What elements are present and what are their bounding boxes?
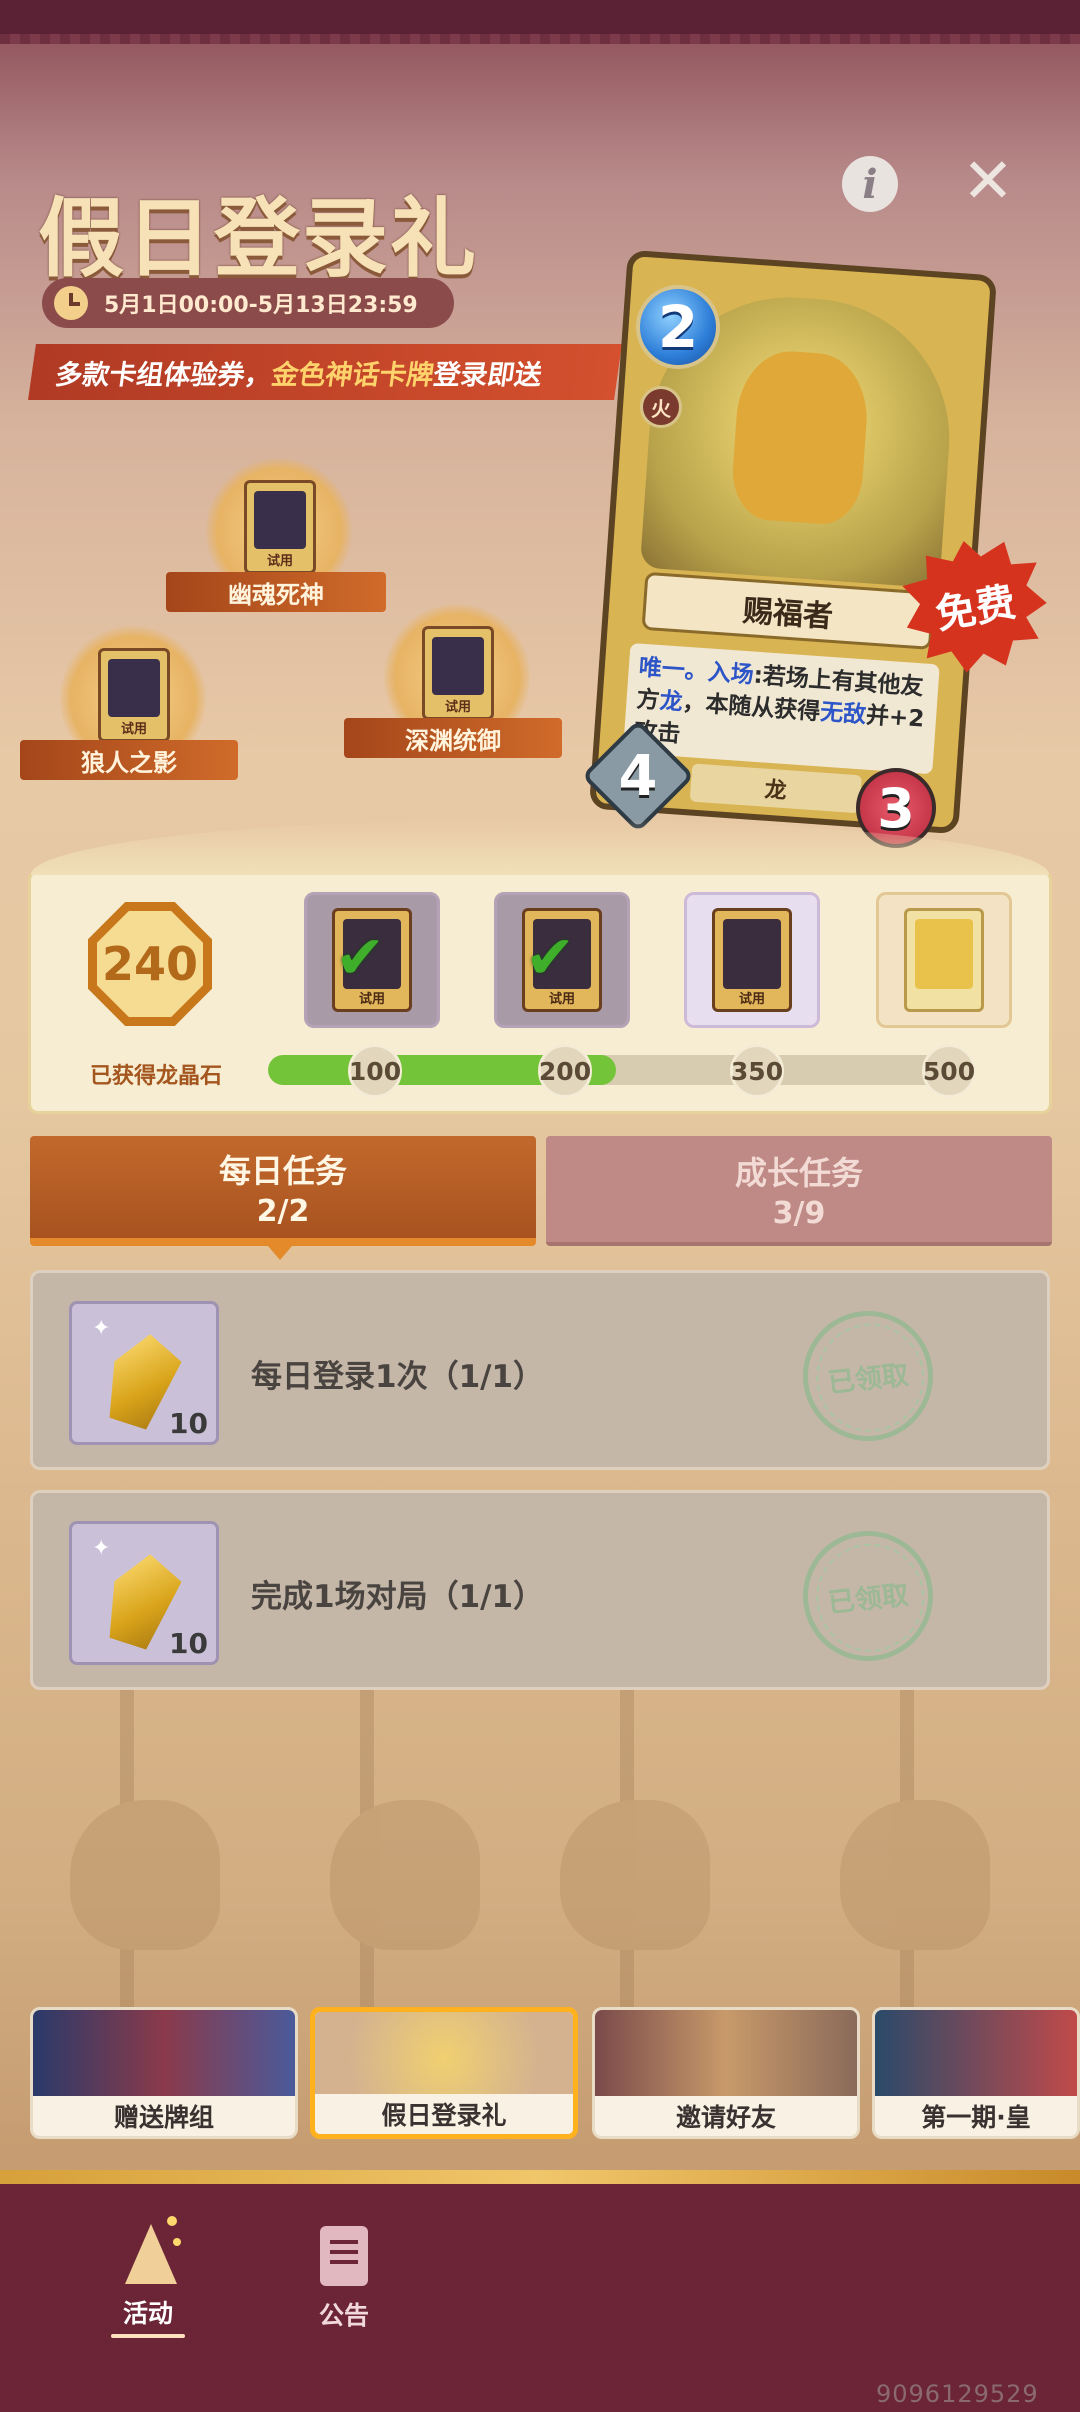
document-icon [320,2226,368,2286]
deck-label: 深渊统御 [344,718,562,758]
deck-label: 幽魂死神 [166,572,386,612]
watermark: 9096129529 [876,2380,1039,2408]
event-tab-invite-friends[interactable]: 邀请好友 [592,2007,860,2139]
sparkle-icon: ✦ [92,1316,111,1341]
tab-label: 每日任务 [218,1151,347,1190]
deck-label: 狼人之影 [20,740,238,780]
task-row: ✦ 10 每日登录1次（1/1） 已领取 [30,1270,1050,1470]
claimed-stamp: 已领取 [796,1524,940,1668]
milestone-marker: 500 [922,1044,976,1098]
gold-divider [0,2170,1080,2184]
tab-growth-tasks[interactable]: 成长任务 3/9 [546,1136,1052,1246]
trial-tag: 试用 [120,722,147,737]
event-caption: 第一期·皇 [875,2096,1077,2136]
nav-item-announcements[interactable]: 公告 [284,2226,404,2332]
promo-suffix: 登录即送 [431,359,544,391]
milestone-reward-200[interactable]: 试用 ✔ [494,892,630,1028]
event-caption: 假日登录礼 [315,2094,573,2134]
trial-tag: 试用 [444,700,471,715]
milestone-reward-350[interactable]: 试用 [684,892,820,1028]
event-tab-gift-deck[interactable]: 赠送牌组 [30,2007,298,2139]
promo-ribbon: 多款卡组体验券， 金色神话卡牌 登录即送 [28,344,622,400]
top-awning [0,0,1080,44]
task-row: ✦ 10 完成1场对局（1/1） 已领取 [30,1490,1050,1690]
reward-quantity: 10 [169,1627,208,1660]
info-icon: i [862,160,878,208]
task-name: 每日登录1次（1/1） [251,1359,545,1395]
checkmark-icon: ✔ [335,923,386,993]
dragon-illustration [729,347,872,527]
task-name: 完成1场对局（1/1） [251,1579,545,1615]
event-caption: 邀请好友 [595,2096,857,2136]
event-tab-season-one[interactable]: 第一期·皇 [872,2007,1080,2139]
nav-label: 活动 [122,2299,173,2328]
event-caption: 赠送牌组 [33,2096,295,2136]
party-popper-icon [117,2216,181,2284]
mana-cost-gem: 2 [636,285,720,369]
milestone-marker: 200 [538,1044,592,1098]
element-badge: 火 [640,386,682,428]
date-range-text: 5月1日00:00-5月13日23:59 [104,293,418,318]
close-icon: ✕ [962,143,1014,217]
reward-icon-box: ✦ 10 [69,1521,219,1665]
tab-pointer-icon [268,1246,292,1260]
milestone-reward-500[interactable] [876,892,1012,1028]
tab-count: 2/2 [256,1193,310,1229]
milestone-marker: 350 [730,1044,784,1098]
trial-tag: 试用 [266,554,293,569]
milestone-marker: 100 [348,1044,402,1098]
score-value: 240 [97,911,203,1017]
reward-quantity: 10 [169,1407,208,1440]
reward-icon-box: ✦ 10 [69,1301,219,1445]
close-button[interactable]: ✕ [958,144,1018,217]
promo-prefix: 多款卡组体验券， [53,359,274,391]
checkmark-icon: ✔ [525,923,576,993]
promo-highlight: 金色神话卡牌 [269,359,436,391]
nav-label: 公告 [318,2301,369,2330]
clock-icon [54,286,88,320]
page-title: 假日登录礼 [38,188,478,289]
sparkle-icon: ✦ [92,1536,111,1561]
tab-daily-tasks[interactable]: 每日任务 2/2 [30,1136,536,1246]
tab-count: 3/9 [772,1195,826,1231]
tab-label: 成长任务 [734,1153,863,1192]
nav-item-activities[interactable]: 活动 [88,2216,208,2338]
info-button[interactable]: i [842,156,898,212]
attack-value: 4 [618,743,658,809]
event-tab-holiday-login[interactable]: 假日登录礼 [310,2007,578,2139]
active-indicator [111,2334,185,2338]
date-range-badge: 5月1日00:00-5月13日23:59 [42,278,454,328]
score-label: 已获得龙晶石 [89,1064,222,1089]
milestone-reward-100[interactable]: 试用 ✔ [304,892,440,1028]
claimed-stamp: 已领取 [796,1304,940,1448]
